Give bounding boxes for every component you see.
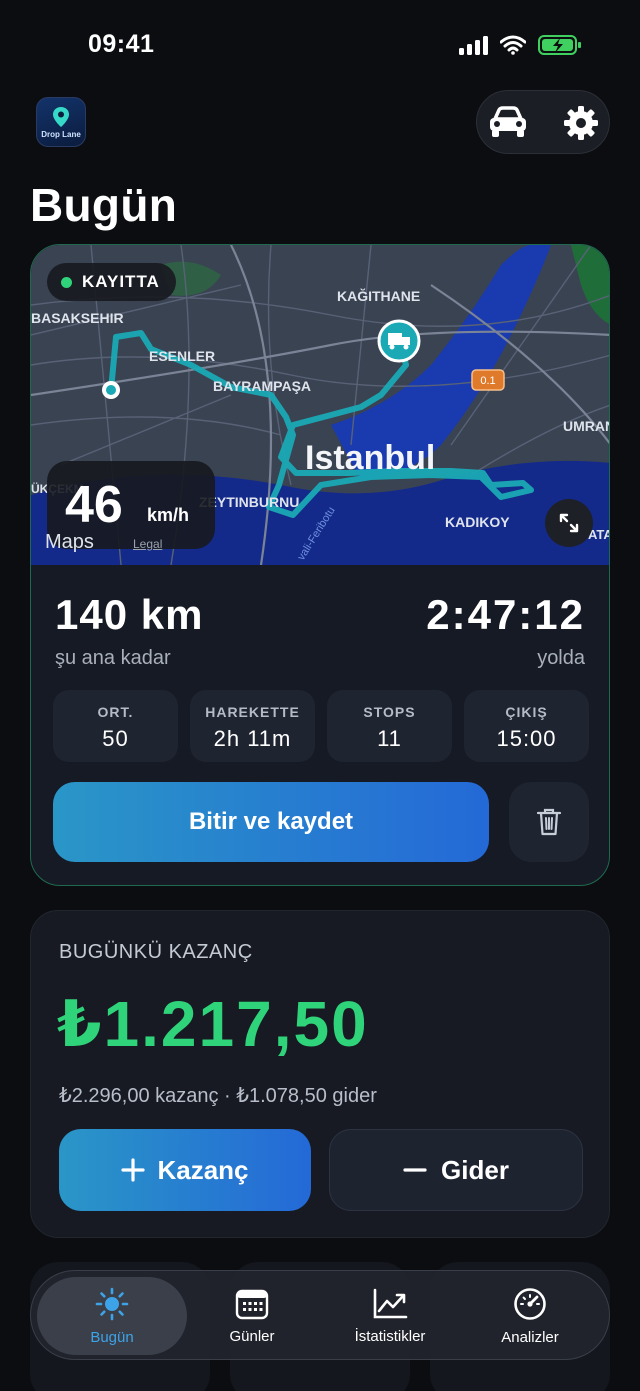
- trash-icon: [536, 808, 562, 836]
- maps-attribution: Maps: [45, 531, 94, 554]
- stat-value: 15:00: [496, 726, 557, 751]
- expand-icon: [559, 513, 579, 533]
- battery-charging-icon: [538, 35, 581, 55]
- tab-bar: Bugün Günler İstatistikler Analizler: [30, 1270, 610, 1360]
- status-time: 09:41: [88, 30, 155, 58]
- stat-average-speed: ORT. 50: [53, 690, 178, 762]
- map-label-esenler: ESENLER: [149, 348, 215, 364]
- map-label-istanbul: Istanbul: [305, 439, 435, 477]
- chart-icon: [373, 1288, 408, 1318]
- maps-attribution-text: Maps: [45, 531, 94, 553]
- stat-value: 2h 11m: [213, 726, 292, 751]
- speed-unit: km/h: [147, 505, 190, 525]
- app-logo: Drop Lane: [36, 97, 86, 147]
- stat-departure: ÇIKIŞ 15:00: [464, 690, 589, 762]
- sun-icon: [95, 1287, 129, 1320]
- trip-card: 0.1 BASAKSEHIR ESENLER BAYRAMPAŞA KAĞITH…: [30, 244, 610, 886]
- map-label-kadikoy: KADIKOY: [445, 514, 510, 530]
- stat-label: STOPS: [363, 704, 416, 720]
- add-earning-label: Kazanç: [157, 1154, 249, 1185]
- page-title: Bugün: [30, 179, 178, 231]
- wifi-icon: [500, 35, 526, 55]
- map-pin-icon: [53, 106, 69, 127]
- trip-duration-caption: yolda: [537, 647, 585, 669]
- trip-duration: 2:47:12: [426, 591, 585, 638]
- logo-text: Drop Lane: [41, 129, 81, 139]
- speed-value: 46: [65, 476, 123, 534]
- tab-days[interactable]: Günler: [177, 1277, 327, 1355]
- map-label-umran: UMRAN: [563, 418, 610, 434]
- tab-statistics[interactable]: İstatistikler: [315, 1277, 465, 1355]
- header-actions: [476, 90, 610, 154]
- add-expense-button[interactable]: Gider: [329, 1129, 583, 1211]
- minus-icon: [403, 1168, 427, 1172]
- stat-moving-time: HAREKETTE 2h 11m: [190, 690, 315, 762]
- road-shield-label: 0.1: [480, 375, 495, 387]
- calendar-icon: [235, 1289, 269, 1319]
- cellular-signal-icon: [459, 35, 488, 55]
- earnings-breakdown: ₺2.296,00 kazanç · ₺1.078,50 gider: [59, 1085, 377, 1107]
- tab-today[interactable]: Bugün: [37, 1277, 187, 1355]
- trip-distance-caption: şu ana kadar: [55, 647, 171, 669]
- map-label-kagithane: KAĞITHANE: [337, 287, 420, 304]
- plus-icon: [121, 1158, 146, 1182]
- earnings-amount: ₺1.217,50: [57, 988, 369, 1060]
- stat-label: HAREKETTE: [205, 704, 300, 720]
- recording-badge: KAYITTA: [47, 263, 176, 301]
- gear-icon[interactable]: [563, 105, 599, 141]
- stat-value: 50: [102, 726, 129, 751]
- tab-label: Bugün: [90, 1328, 134, 1346]
- tab-label: Analizler: [501, 1328, 559, 1346]
- tab-analysis[interactable]: Analizler: [455, 1277, 605, 1355]
- status-icons: [459, 34, 582, 56]
- legal-link[interactable]: Legal: [133, 537, 162, 551]
- map-label-bayrampasa: BAYRAMPAŞA: [213, 378, 311, 394]
- tab-label: İstatistikler: [354, 1327, 426, 1345]
- tab-label: Günler: [229, 1327, 275, 1345]
- earnings-card: BUGÜNKÜ KAZANÇ ₺1.217,50 ₺2.296,00 kazan…: [30, 910, 610, 1238]
- delete-trip-button[interactable]: [509, 782, 589, 862]
- map-label-basaksehir: BASAKSEHIR: [31, 310, 124, 326]
- gauge-icon: [514, 1287, 546, 1320]
- stat-label: ORT.: [97, 704, 134, 720]
- add-earning-button[interactable]: Kazanç: [59, 1129, 311, 1211]
- car-icon[interactable]: [487, 105, 529, 139]
- add-expense-label: Gider: [441, 1154, 509, 1185]
- stat-value: 11: [377, 726, 402, 751]
- earnings-title: BUGÜNKÜ KAZANÇ: [59, 941, 253, 963]
- stat-stops: STOPS 11: [327, 690, 452, 762]
- expand-map-button[interactable]: [545, 499, 593, 547]
- finish-and-save-button[interactable]: Bitir ve kaydet: [53, 782, 489, 862]
- recording-label: KAYITTA: [82, 272, 160, 291]
- trip-distance: 140 km: [55, 591, 204, 638]
- recording-dot-icon: [61, 276, 72, 288]
- stat-label: ÇIKIŞ: [505, 704, 548, 720]
